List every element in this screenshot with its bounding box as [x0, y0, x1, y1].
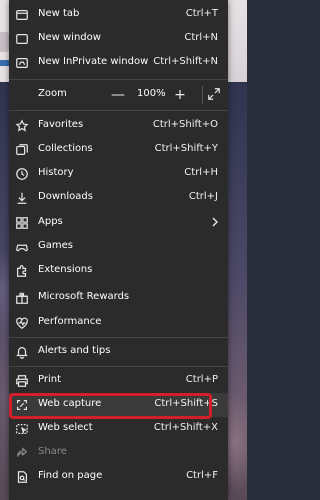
- share-icon: [14, 445, 30, 461]
- new-window-icon: [14, 31, 30, 47]
- menu-item-alerts-and-tips[interactable]: Alerts and tips: [9, 340, 228, 364]
- menu-item-label: Web select: [38, 422, 93, 433]
- menu-item-new-window[interactable]: New window Ctrl+N: [9, 27, 228, 51]
- menu-item-web-select[interactable]: Web select Ctrl+Shift+X: [9, 417, 228, 441]
- zoom-divider: [202, 86, 203, 104]
- full-screen-button[interactable]: [207, 87, 223, 103]
- zoom-label: Zoom: [38, 88, 67, 99]
- menu-item-print[interactable]: Print Ctrl+P: [9, 369, 228, 393]
- menu-item-microsoft-rewards[interactable]: Microsoft Rewards: [9, 286, 228, 310]
- background-tab: [0, 32, 9, 52]
- history-icon: [14, 166, 30, 182]
- menu-item-label: Web capture: [38, 398, 102, 409]
- menu-item-find-on-page[interactable]: Find on page Ctrl+F: [9, 465, 228, 489]
- collections-icon: [14, 142, 30, 158]
- bell-icon: [14, 344, 30, 360]
- menu-item-apps[interactable]: Apps: [9, 211, 228, 235]
- games-icon: [14, 239, 30, 255]
- menu-item-label: Apps: [38, 216, 63, 227]
- web-capture-icon: [14, 397, 30, 413]
- zoom-out-button[interactable]: —: [109, 86, 127, 104]
- menu-item-label: Favorites: [38, 119, 84, 130]
- menu-item-history[interactable]: History Ctrl+H: [9, 162, 228, 186]
- zoom-row: Zoom — 100% +: [9, 82, 228, 108]
- background-page-right: [228, 0, 247, 82]
- menu-item-label: Extensions: [38, 264, 93, 275]
- menu-item-downloads[interactable]: Downloads Ctrl+J: [9, 186, 228, 210]
- find-icon: [14, 469, 30, 485]
- menu-item-favorites[interactable]: Favorites Ctrl+Shift+O: [9, 114, 228, 138]
- menu-item-extensions[interactable]: Extensions: [9, 259, 228, 283]
- menu-item-collections[interactable]: Collections Ctrl+Shift+Y: [9, 138, 228, 162]
- rewards-icon: [14, 290, 30, 306]
- menu-item-label: Alerts and tips: [38, 345, 111, 356]
- menu-item-label: Performance: [38, 316, 102, 327]
- menu-item-shortcut: Ctrl+Shift+Y: [154, 143, 218, 154]
- menu-item-performance[interactable]: Performance: [9, 311, 228, 335]
- menu-separator: [9, 110, 228, 111]
- menu-item-shortcut: Ctrl+H: [184, 167, 218, 178]
- menu-item-shortcut: Ctrl+Shift+O: [152, 119, 218, 130]
- menu-item-label: New InPrivate window: [38, 56, 149, 67]
- menu-item-share[interactable]: Share: [9, 441, 228, 465]
- printer-icon: [14, 373, 30, 389]
- menu-separator: [9, 366, 228, 367]
- background-link: [0, 60, 9, 66]
- menu-item-shortcut: Ctrl+F: [186, 470, 218, 481]
- menu-item-label: Collections: [38, 143, 93, 154]
- menu-item-new-inprivate-window[interactable]: New InPrivate window Ctrl+Shift+N: [9, 51, 228, 75]
- menu-item-label: Print: [38, 374, 62, 385]
- new-tab-icon: [14, 7, 30, 23]
- menu-item-label: Microsoft Rewards: [38, 291, 130, 302]
- menu-item-label: Share: [38, 446, 67, 457]
- menu-item-label: Downloads: [38, 191, 93, 202]
- menu-item-web-capture[interactable]: Web capture Ctrl+Shift+S: [9, 393, 228, 417]
- menu-item-shortcut: Ctrl+Shift+S: [154, 398, 218, 409]
- menu-item-shortcut: Ctrl+Shift+N: [153, 56, 218, 67]
- zoom-value: 100%: [137, 88, 166, 99]
- settings-menu: New tab Ctrl+T New window Ctrl+N New InP…: [9, 0, 228, 500]
- apps-icon: [14, 215, 30, 231]
- menu-item-shortcut: Ctrl+Shift+X: [153, 422, 218, 433]
- menu-item-shortcut: Ctrl+J: [188, 191, 218, 202]
- menu-item-label: Find on page: [38, 470, 103, 481]
- menu-item-shortcut: Ctrl+T: [185, 8, 218, 19]
- web-select-icon: [14, 421, 30, 437]
- expand-icon: [208, 88, 220, 100]
- zoom-in-button[interactable]: +: [171, 86, 189, 104]
- menu-item-label: New tab: [38, 8, 80, 19]
- performance-icon: [14, 315, 30, 331]
- menu-item-label: New window: [38, 32, 101, 43]
- chevron-right-icon: [210, 216, 220, 228]
- download-icon: [14, 190, 30, 206]
- menu-item-label: Games: [38, 240, 73, 251]
- menu-item-shortcut: Ctrl+P: [185, 374, 218, 385]
- menu-item-shortcut: Ctrl+N: [184, 32, 218, 43]
- menu-separator: [9, 79, 228, 80]
- extensions-icon: [14, 263, 30, 279]
- inprivate-icon: [14, 55, 30, 71]
- menu-separator: [9, 337, 228, 338]
- menu-item-label: History: [38, 167, 74, 178]
- star-icon: [14, 118, 30, 134]
- menu-item-games[interactable]: Games: [9, 235, 228, 259]
- menu-item-new-tab[interactable]: New tab Ctrl+T: [9, 3, 228, 27]
